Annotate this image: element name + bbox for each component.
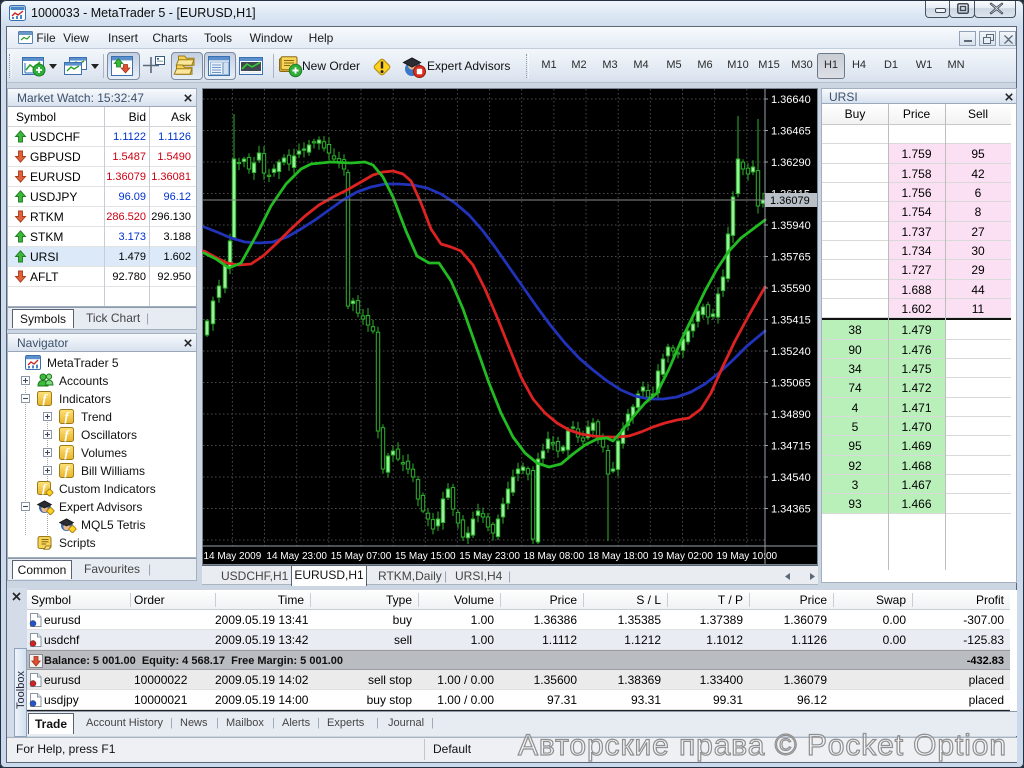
svg-text:1.35240: 1.35240 bbox=[771, 346, 811, 358]
svg-text:19 May 02:00: 19 May 02:00 bbox=[652, 551, 713, 562]
svg-text:1.35765: 1.35765 bbox=[771, 252, 811, 264]
svg-text:1.35940: 1.35940 bbox=[771, 220, 811, 232]
svg-text:1.35415: 1.35415 bbox=[771, 315, 811, 327]
svg-text:15 May 15:00: 15 May 15:00 bbox=[395, 551, 456, 562]
svg-text:18 May 08:00: 18 May 08:00 bbox=[524, 551, 585, 562]
svg-text:14 May 2009: 14 May 2009 bbox=[203, 551, 261, 562]
svg-text:1.34365: 1.34365 bbox=[771, 504, 811, 516]
svg-text:1.34890: 1.34890 bbox=[771, 409, 811, 421]
svg-text:1.36079: 1.36079 bbox=[770, 195, 810, 207]
svg-text:18 May 18:00: 18 May 18:00 bbox=[588, 551, 649, 562]
svg-text:14 May 23:00: 14 May 23:00 bbox=[266, 551, 327, 562]
svg-text:1.36290: 1.36290 bbox=[771, 157, 811, 169]
svg-text:1.34715: 1.34715 bbox=[771, 441, 811, 453]
svg-text:1.36640: 1.36640 bbox=[771, 94, 811, 106]
svg-text:15 May 07:00: 15 May 07:00 bbox=[331, 551, 392, 562]
svg-text:19 May 10:00: 19 May 10:00 bbox=[716, 551, 777, 562]
svg-text:1.35065: 1.35065 bbox=[771, 378, 811, 390]
svg-text:1.36465: 1.36465 bbox=[771, 126, 811, 138]
svg-text:15 May 23:00: 15 May 23:00 bbox=[459, 551, 520, 562]
svg-text:1.34540: 1.34540 bbox=[771, 472, 811, 484]
svg-text:1.35590: 1.35590 bbox=[771, 283, 811, 295]
